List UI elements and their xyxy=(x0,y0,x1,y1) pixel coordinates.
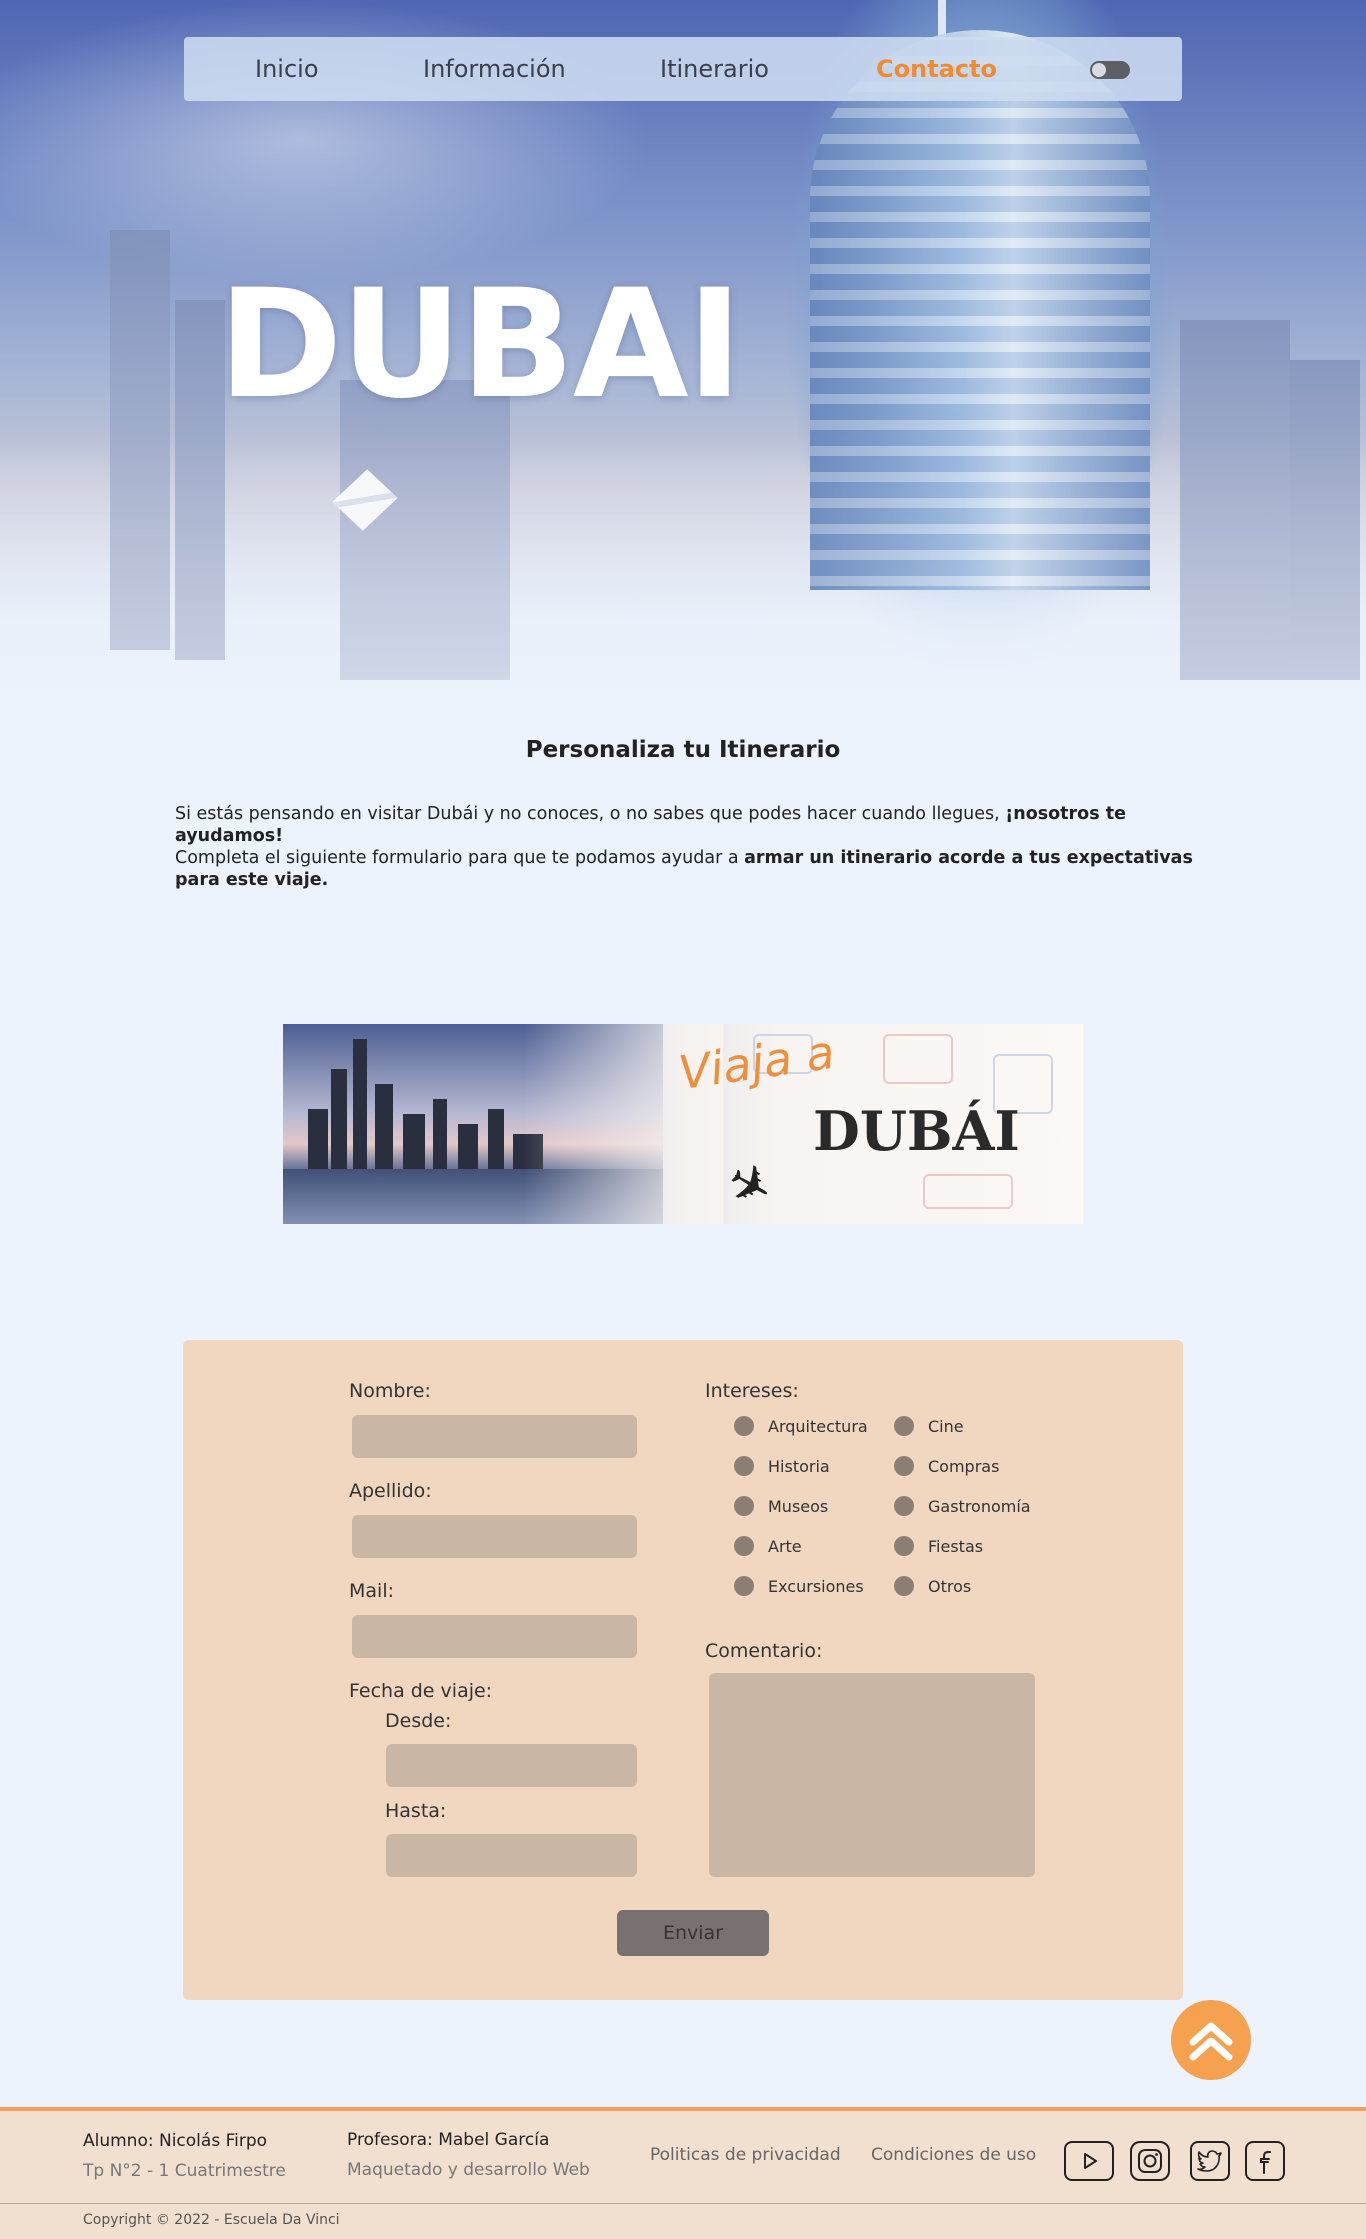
hasta-label: Hasta: xyxy=(385,1800,447,1822)
skyline-building xyxy=(1290,360,1360,680)
footer-alumno: Alumno: Nicolás Firpo xyxy=(83,2131,268,2151)
interes-checkbox-museos[interactable]: Museos xyxy=(734,1496,828,1516)
youtube-link[interactable] xyxy=(1064,2141,1114,2181)
fecha-viaje-label: Fecha de viaje: xyxy=(349,1680,493,1702)
intro-p1-text: Si estás pensando en visitar Dubái y no … xyxy=(175,804,1006,824)
comentario-textarea[interactable] xyxy=(709,1673,1035,1877)
footer-divider xyxy=(0,2203,1366,2204)
instagram-icon xyxy=(1138,2149,1162,2173)
hasta-date-input[interactable] xyxy=(386,1834,637,1877)
checkbox-indicator[interactable] xyxy=(894,1456,914,1476)
hero-title: DUBAI xyxy=(218,258,743,432)
main-nav: Inicio Información Itinerario Contacto xyxy=(184,37,1182,101)
interes-checkbox-cine[interactable]: Cine xyxy=(894,1416,964,1436)
interes-checkbox-gastronomia[interactable]: Gastronomía xyxy=(894,1496,1031,1516)
desde-date-input[interactable] xyxy=(386,1744,637,1787)
nombre-input[interactable] xyxy=(352,1415,637,1458)
comentario-label: Comentario: xyxy=(705,1640,823,1662)
hero-banner: DUBAI xyxy=(0,0,1366,700)
footer: Alumno: Nicolás Firpo Tp N°2 - 1 Cuatrim… xyxy=(0,2107,1366,2239)
mail-input[interactable] xyxy=(352,1615,637,1658)
intro-p2-text: Completa el siguiente formulario para qu… xyxy=(175,848,745,868)
interes-checkbox-historia[interactable]: Historia xyxy=(734,1456,830,1476)
checkbox-indicator[interactable] xyxy=(894,1536,914,1556)
checkbox-indicator[interactable] xyxy=(734,1576,754,1596)
skyline-building xyxy=(1180,320,1290,680)
enviar-button[interactable]: Enviar xyxy=(617,1910,769,1956)
section-title: Personaliza tu Itinerario xyxy=(525,737,841,763)
double-chevron-up-icon xyxy=(1189,2022,1233,2061)
twitter-icon xyxy=(1197,2150,1222,2172)
intereses-label: Intereses: xyxy=(705,1380,799,1402)
footer-profesora: Profesora: Mabel García xyxy=(347,2130,550,2150)
desde-label: Desde: xyxy=(385,1710,452,1732)
interes-checkbox-compras[interactable]: Compras xyxy=(894,1456,999,1476)
nombre-label: Nombre: xyxy=(349,1380,431,1402)
checkbox-indicator[interactable] xyxy=(734,1456,754,1476)
burj-al-arab-image xyxy=(810,30,1150,590)
interes-checkbox-excursiones[interactable]: Excursiones xyxy=(734,1576,864,1596)
apellido-label: Apellido: xyxy=(349,1480,432,1502)
nav-link-inicio[interactable]: Inicio xyxy=(255,55,319,84)
interes-checkbox-otros[interactable]: Otros xyxy=(894,1576,971,1596)
instagram-link[interactable] xyxy=(1130,2141,1170,2181)
terms-of-use-link[interactable]: Condiciones de uso xyxy=(871,2145,1036,2165)
nav-link-contacto[interactable]: Contacto xyxy=(876,55,997,84)
checkbox-indicator[interactable] xyxy=(734,1416,754,1436)
youtube-icon xyxy=(1084,2153,1097,2169)
checkbox-indicator[interactable] xyxy=(734,1536,754,1556)
checkbox-indicator[interactable] xyxy=(894,1576,914,1596)
viaja-a-dubai-banner: Viaja a DUBÁI ✈ xyxy=(283,1024,1083,1224)
intro-text: Si estás pensando en visitar Dubái y no … xyxy=(175,803,1195,891)
twitter-link[interactable] xyxy=(1190,2141,1230,2181)
stamp-decoration xyxy=(923,1174,1013,1209)
interes-checkbox-fiestas[interactable]: Fiestas xyxy=(894,1536,983,1556)
facebook-icon xyxy=(1260,2151,1271,2174)
interes-checkbox-arquitectura[interactable]: Arquitectura xyxy=(734,1416,868,1436)
checkbox-indicator[interactable] xyxy=(894,1496,914,1516)
scroll-to-top-button[interactable] xyxy=(1171,2000,1251,2080)
mail-label: Mail: xyxy=(349,1580,394,1602)
copyright-text: Copyright © 2022 - Escuela Da Vinci xyxy=(83,2212,340,2228)
facebook-link[interactable] xyxy=(1245,2141,1285,2181)
nav-link-itinerario[interactable]: Itinerario xyxy=(660,55,769,84)
checkbox-indicator[interactable] xyxy=(734,1496,754,1516)
footer-maquetado: Maquetado y desarrollo Web xyxy=(347,2160,590,2180)
checkbox-indicator[interactable] xyxy=(894,1416,914,1436)
apellido-input[interactable] xyxy=(352,1515,637,1558)
interes-checkbox-arte[interactable]: Arte xyxy=(734,1536,802,1556)
skyline-building xyxy=(110,230,170,650)
nav-link-informacion[interactable]: Información xyxy=(423,55,566,84)
stamp-decoration xyxy=(883,1034,953,1084)
privacy-policy-link[interactable]: Politicas de privacidad xyxy=(650,2145,841,2165)
airplane-icon: ✈ xyxy=(715,1149,784,1223)
contact-form: Nombre: Apellido: Mail: Fecha de viaje: … xyxy=(183,1340,1183,2000)
banner-dubai-text: DUBÁI xyxy=(813,1099,1020,1163)
theme-toggle[interactable] xyxy=(1090,61,1130,79)
footer-tp: Tp N°2 - 1 Cuatrimestre xyxy=(83,2161,286,2181)
